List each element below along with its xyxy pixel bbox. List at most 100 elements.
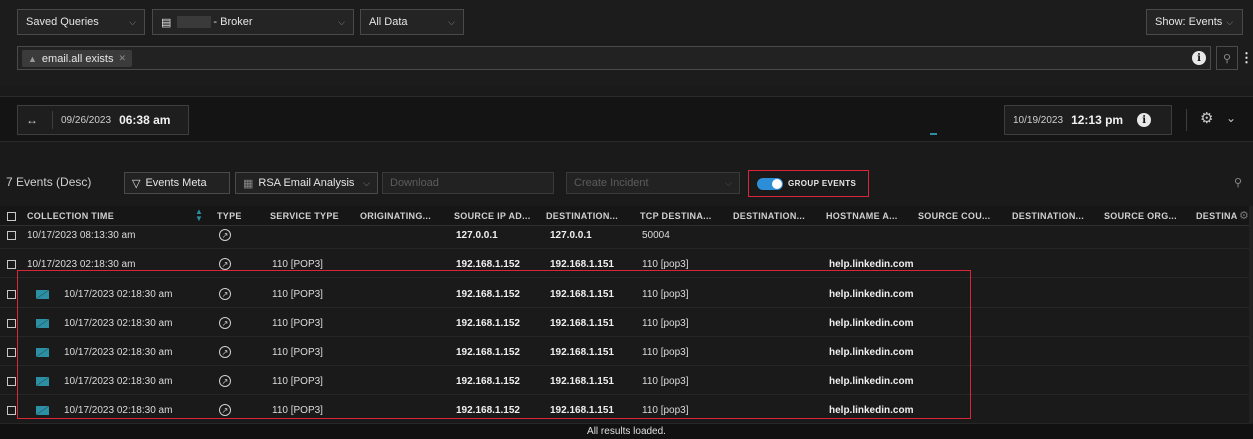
col-source-ip[interactable]: SOURCE IP AD... [454, 211, 531, 221]
table-row[interactable]: 10/17/2023 02:18:30 am ↗ 110 [POP3] 192.168… [0, 339, 1253, 366]
hostname: help.linkedin.com [829, 405, 914, 416]
col-tcp-destination[interactable]: TCP DESTINA... [640, 211, 712, 221]
end-time: 12:13 pm [1071, 113, 1124, 127]
service-type: 110 [POP3] [272, 259, 323, 270]
col-source-country[interactable]: SOURCE COU... [918, 211, 990, 221]
source-ip: 192.168.1.152 [456, 318, 520, 329]
events-count: 7 Events (Desc) [6, 175, 92, 189]
time-scope-dropdown[interactable]: All Data ⌵ [360, 9, 464, 35]
table-row[interactable]: 10/17/2023 02:18:30 am ↗ 110 [POP3] 192.168… [0, 397, 1253, 424]
event-type-icon[interactable]: ↗ [219, 404, 231, 416]
search-button[interactable]: ⚲ [1216, 46, 1238, 70]
source-ip: 192.168.1.152 [456, 259, 520, 270]
chevron-down-icon: ⌵ [1226, 16, 1234, 27]
profile-dropdown[interactable]: ▦ RSA Email Analysis ⌵ [235, 172, 378, 194]
timeline-marker [930, 133, 937, 135]
source-ip: 192.168.1.152 [456, 376, 520, 387]
events-meta-button[interactable]: ▽ Events Meta [124, 172, 230, 194]
gear-icon[interactable]: ⚙ [1200, 109, 1213, 127]
col-destination-4[interactable]: DESTINA [1196, 211, 1238, 221]
query-pill[interactable]: ▲ email.all exists ✕ [22, 50, 132, 67]
search-icon[interactable]: ⚲ [1234, 176, 1242, 189]
start-date: 09/26/2023 [61, 114, 112, 126]
event-type-icon[interactable]: ↗ [219, 288, 231, 300]
toggle-switch[interactable] [757, 177, 783, 190]
info-icon[interactable]: i [1192, 51, 1206, 65]
event-type-icon[interactable]: ↗ [219, 229, 231, 241]
email-icon [36, 319, 49, 328]
collection-time: 10/17/2023 02:18:30 am [64, 347, 173, 358]
start-time: 06:38 am [119, 113, 171, 127]
download-button[interactable]: Download [382, 172, 554, 194]
search-icon: ⚲ [1222, 52, 1232, 65]
col-service-type[interactable]: SERVICE TYPE [270, 211, 339, 221]
service-type: 110 [POP3] [272, 376, 323, 387]
more-options-icon[interactable]: ⋮ [1240, 50, 1253, 66]
row-checkbox[interactable] [7, 319, 16, 328]
sort-icon[interactable]: ▲ ▼ [195, 208, 203, 223]
grid-icon: ▦ [243, 177, 254, 190]
col-destination-3[interactable]: DESTINATION... [1012, 211, 1084, 221]
gear-icon[interactable]: ⚙ [1239, 209, 1249, 222]
event-type-icon[interactable]: ↗ [219, 258, 231, 270]
tcp-destination-port: 110 [pop3] [642, 259, 689, 270]
collection-time: 10/17/2023 02:18:30 am [64, 376, 173, 387]
end-date: 10/19/2023 [1013, 114, 1064, 126]
event-type-icon[interactable]: ↗ [219, 317, 231, 329]
col-originating[interactable]: ORIGINATING... [360, 211, 431, 221]
results-status: All results loaded. [0, 424, 1253, 439]
chevron-down-icon: ⌵ [129, 16, 136, 27]
col-hostname[interactable]: HOSTNAME A... [826, 211, 898, 221]
service-type: 110 [POP3] [272, 318, 323, 329]
event-type-icon[interactable]: ↗ [219, 346, 231, 358]
event-type-icon[interactable]: ↗ [219, 375, 231, 387]
filter-icon: ▲ [28, 53, 37, 64]
row-checkbox[interactable] [7, 377, 16, 386]
row-checkbox[interactable] [7, 260, 16, 269]
row-checkbox[interactable] [7, 348, 16, 357]
tcp-destination-port: 110 [pop3] [642, 376, 689, 387]
col-collection-time[interactable]: COLLECTION TIME [27, 211, 114, 221]
chevron-down-icon: ⌵ [725, 177, 732, 188]
table-row[interactable]: 10/17/2023 02:18:30 am ↗ 110 [POP3] 192.168… [0, 251, 1253, 278]
scrollbar[interactable] [1249, 206, 1253, 424]
service-label: - Broker [213, 16, 253, 28]
close-icon[interactable]: ✕ [118, 53, 126, 64]
row-checkbox[interactable] [7, 231, 16, 240]
hostname: help.linkedin.com [829, 376, 914, 387]
email-icon [36, 406, 49, 415]
table-row[interactable]: 10/17/2023 02:18:30 am ↗ 110 [POP3] 192.168… [0, 310, 1253, 337]
divider [1186, 109, 1187, 131]
col-destination-2[interactable]: DESTINATION... [733, 211, 805, 221]
info-icon[interactable]: i [1137, 113, 1152, 127]
select-all-checkbox[interactable] [7, 212, 16, 221]
start-time-picker[interactable]: ↔ 09/26/2023 06:38 am [17, 105, 189, 135]
col-type[interactable]: TYPE [217, 211, 242, 221]
destination-ip: 127.0.0.1 [550, 230, 592, 241]
service-dropdown[interactable]: ▤ - Broker ⌵ [152, 9, 354, 35]
service-type: 110 [POP3] [272, 347, 323, 358]
table-row[interactable]: 10/17/2023 02:18:30 am ↗ 110 [POP3] 192.168… [0, 368, 1253, 395]
saved-queries-label: Saved Queries [26, 16, 99, 28]
col-source-org[interactable]: SOURCE ORG... [1104, 211, 1177, 221]
hostname: help.linkedin.com [829, 318, 914, 329]
create-incident-button[interactable]: Create Incident ⌵ [566, 172, 740, 194]
chevron-down-icon: ⌵ [363, 177, 370, 188]
chevron-down-icon[interactable]: ⌄ [1226, 111, 1236, 125]
divider [52, 111, 53, 129]
end-time-picker[interactable]: 10/19/2023 12:13 pm i [1004, 105, 1172, 135]
destination-ip: 192.168.1.151 [550, 405, 614, 416]
col-destination-1[interactable]: DESTINATION... [546, 211, 618, 221]
query-input[interactable]: ▲ email.all exists ✕ i [17, 46, 1211, 70]
source-ip: 192.168.1.152 [456, 405, 520, 416]
expand-arrows-icon[interactable]: ↔ [26, 113, 38, 127]
table-row[interactable]: 10/17/2023 08:13:30 am ↗ 127.0.0.1 127.0.0.… [0, 222, 1253, 249]
table-row[interactable]: 10/17/2023 02:18:30 am ↗ 110 [POP3] 192.168… [0, 281, 1253, 308]
group-events-toggle[interactable]: GROUP EVENTS [748, 170, 869, 197]
email-icon [36, 348, 49, 357]
show-events-dropdown[interactable]: Show: Events ⌵ [1146, 9, 1243, 35]
email-icon [36, 377, 49, 386]
row-checkbox[interactable] [7, 406, 16, 415]
row-checkbox[interactable] [7, 290, 16, 299]
saved-queries-dropdown[interactable]: Saved Queries ⌵ [17, 9, 145, 35]
